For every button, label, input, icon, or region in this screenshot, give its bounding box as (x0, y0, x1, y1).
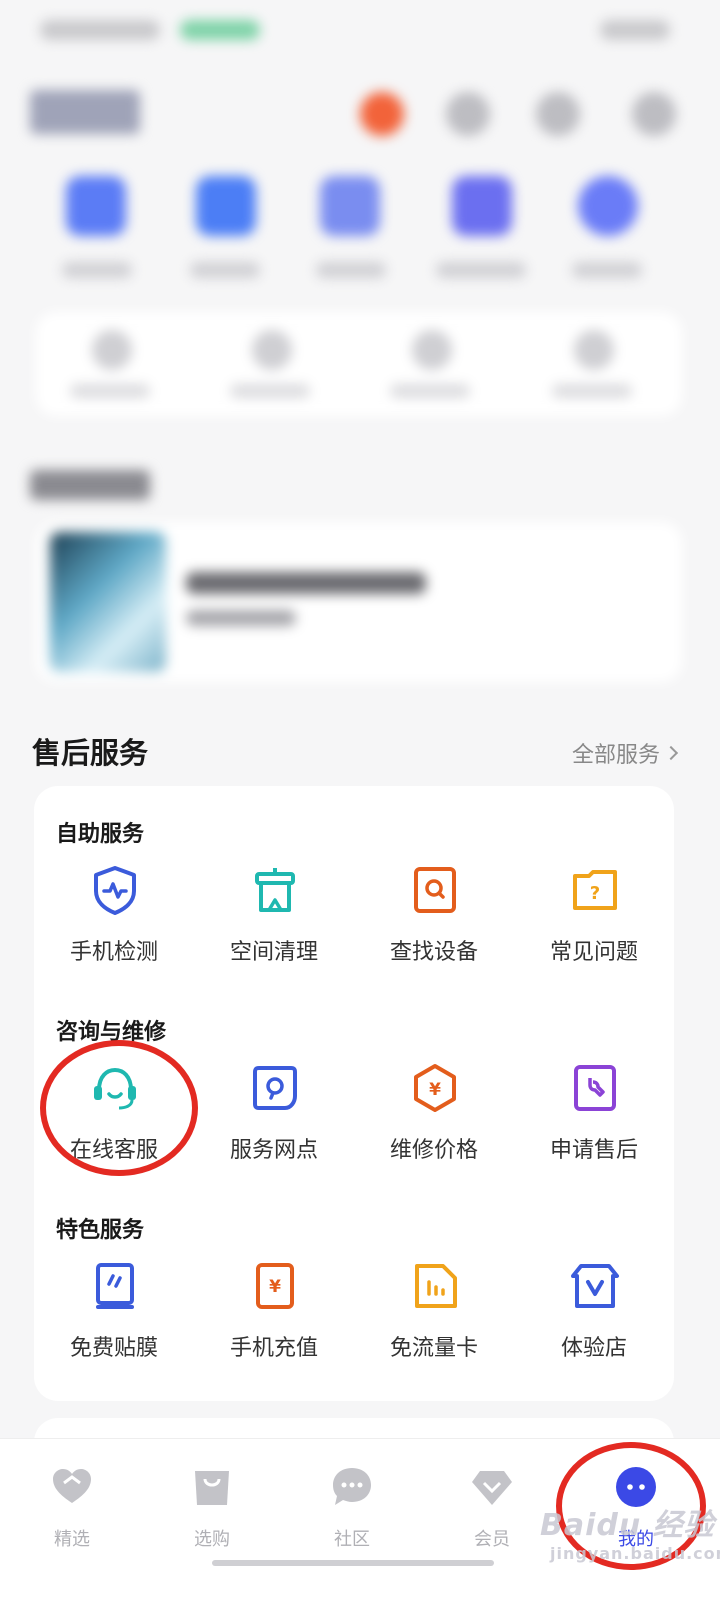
section-title: 售后服务 (32, 736, 149, 770)
service-item-find-device[interactable]: 查找设备 (354, 864, 514, 974)
nav-label: 社区 (334, 1529, 370, 1550)
cart-icon[interactable] (536, 92, 580, 136)
nav-item-shop[interactable]: 选购 (150, 1465, 270, 1555)
service-item-free-film[interactable]: 免费贴膜 (34, 1260, 194, 1370)
all-services-link[interactable]: 全部服务 (571, 737, 679, 769)
service-item-apply-aftersales[interactable]: 申请售后 (514, 1062, 674, 1172)
diamond-icon (472, 1471, 512, 1505)
service-label: 申请售后 (549, 1138, 638, 1163)
shortcut-icon[interactable] (578, 176, 638, 236)
shortcut-icon[interactable] (452, 176, 512, 236)
home-indicator (212, 1560, 494, 1566)
group-title: 特色服务 (56, 1218, 145, 1243)
service-label: 体验店 (560, 1336, 627, 1361)
yen-phone-icon: ¥ (256, 1263, 294, 1309)
baidu-watermark: Baidu 经验 jingyan.baidu.com (540, 1500, 720, 1563)
sim-card-icon (415, 1264, 457, 1308)
location-pin-icon (253, 1066, 297, 1110)
svg-text:¥: ¥ (269, 1277, 281, 1297)
service-item-data-card[interactable]: 免流量卡 (354, 1260, 514, 1370)
service-label: 服务网点 (229, 1138, 318, 1163)
page-title-blurred (30, 90, 140, 134)
service-grid: 手机检测 空间清理 查找设备 ? 常见问题 (34, 864, 674, 974)
watermark-sub: jingyan.baidu.com (550, 1544, 720, 1563)
nav-item-featured[interactable]: 精选 (10, 1465, 130, 1555)
service-item-service-points[interactable]: 服务网点 (194, 1062, 354, 1172)
store-icon (571, 1264, 619, 1308)
group-title: 自助服务 (56, 822, 145, 847)
heart-icon (53, 1469, 91, 1503)
service-item-phone-check[interactable]: 手机检测 (34, 864, 194, 974)
status-bar (40, 14, 680, 44)
service-item-faq[interactable]: ? 常见问题 (514, 864, 674, 974)
service-grid: 免费贴膜 ¥ 手机充值 免流量卡 体验店 (34, 1260, 674, 1370)
nav-label: 会员 (474, 1529, 510, 1550)
shortcut-icon[interactable] (196, 176, 256, 236)
question-folder-icon: ? (573, 870, 617, 910)
service-label: 空间清理 (229, 940, 318, 965)
shortcut-icon[interactable] (66, 176, 126, 236)
service-label: 免费贴膜 (69, 1336, 158, 1361)
nav-label: 选购 (194, 1529, 230, 1550)
screen-film-icon (96, 1263, 134, 1309)
nav-label: 精选 (54, 1529, 90, 1550)
service-item-repair-price[interactable]: ¥ 维修价格 (354, 1062, 514, 1172)
service-label: 手机检测 (69, 940, 158, 965)
blurred-header-region (0, 0, 720, 720)
service-label: 维修价格 (389, 1138, 478, 1163)
my-phone-title-blurred (30, 470, 150, 500)
nav-item-member[interactable]: 会员 (430, 1465, 550, 1555)
wrench-box-icon (574, 1065, 616, 1111)
chat-bubble-icon (333, 1468, 371, 1505)
service-label: 免流量卡 (389, 1336, 478, 1361)
scan-icon[interactable] (446, 92, 490, 136)
phone-image (50, 532, 166, 672)
shopping-bag-icon (195, 1471, 229, 1505)
settings-icon[interactable] (632, 92, 676, 136)
trash-can-icon (255, 868, 295, 912)
watermark-text: Baidu 经验 (540, 1508, 715, 1543)
promo-icon[interactable] (360, 92, 404, 136)
search-box-icon (414, 867, 456, 913)
service-label: 常见问题 (549, 940, 638, 965)
service-label: 查找设备 (389, 940, 478, 965)
service-item-phone-recharge[interactable]: ¥ 手机充值 (194, 1260, 354, 1370)
chevron-right-icon (663, 745, 679, 761)
all-services-label: 全部服务 (571, 743, 660, 768)
shortcut-icon[interactable] (320, 176, 380, 236)
service-label: 手机充值 (229, 1336, 318, 1361)
svg-text:?: ? (590, 883, 600, 904)
shield-pulse-icon (94, 866, 136, 915)
svg-text:¥: ¥ (429, 1080, 441, 1100)
yen-hexagon-icon: ¥ (414, 1064, 456, 1112)
nav-item-community[interactable]: 社区 (290, 1465, 410, 1555)
service-item-space-clean[interactable]: 空间清理 (194, 864, 354, 974)
annotation-circle-support (40, 1040, 198, 1176)
service-item-experience-store[interactable]: 体验店 (514, 1260, 674, 1370)
